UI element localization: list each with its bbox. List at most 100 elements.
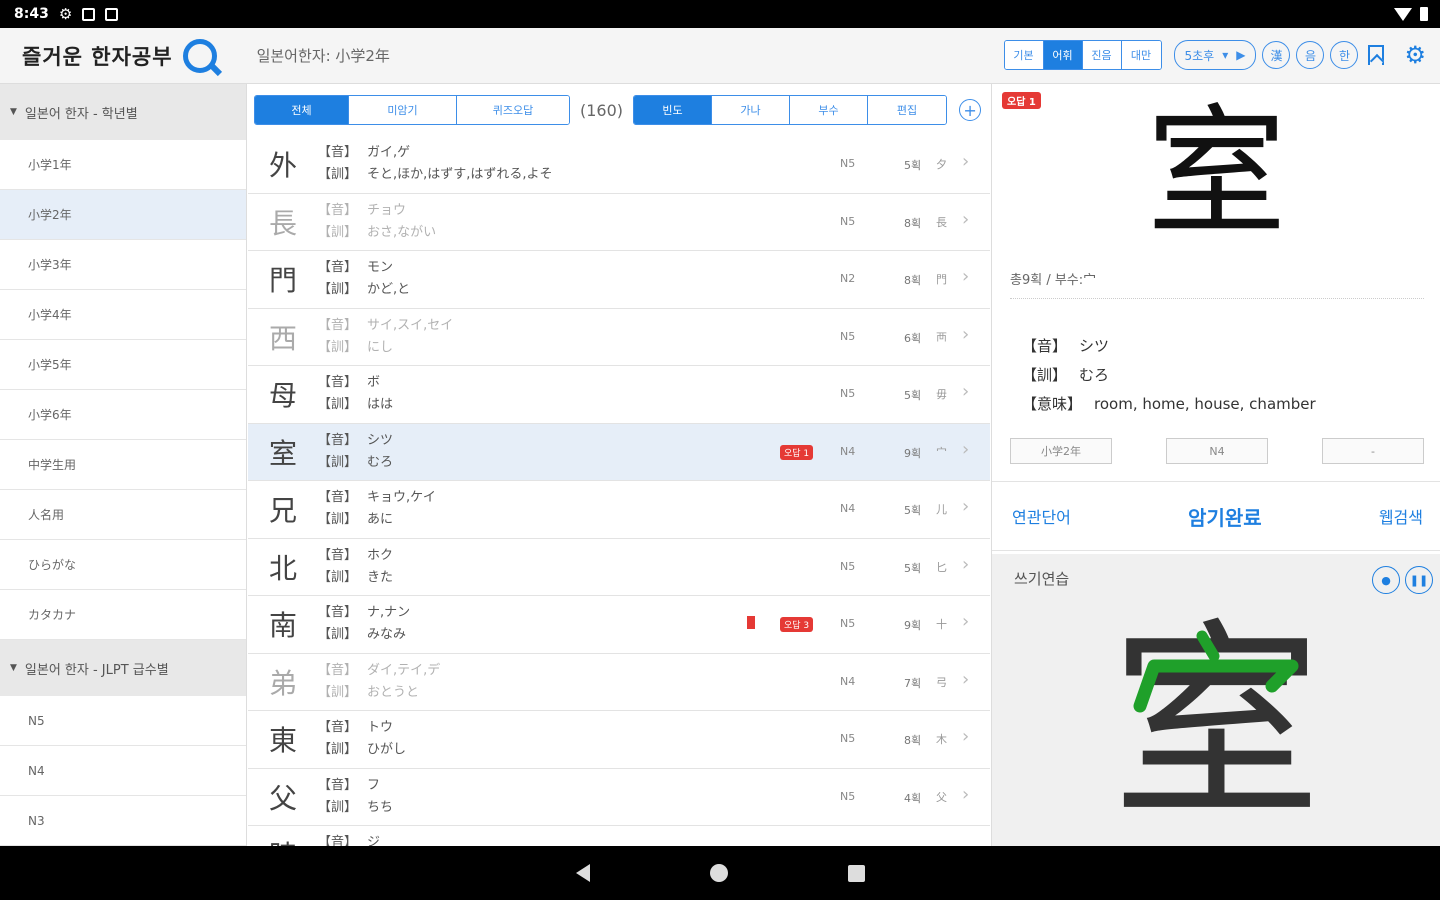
detail-kanji: 室 — [1146, 92, 1287, 255]
sort-edit[interactable]: 편집 — [868, 96, 947, 124]
table-row[interactable]: 門【音】 モン 【訓】 かど,と N2 8획 門 › — [248, 251, 990, 309]
mode-vocab[interactable]: 어휘 — [1043, 41, 1083, 69]
sidebar: ▼ 일본어 한자 - 학년별 小学1年 小学2年 小学3年 小学4年 小学5年 … — [0, 84, 247, 846]
sidebar-section-jlpt[interactable]: ▼ 일본어 한자 - JLPT 급수별 — [0, 640, 246, 696]
sidebar-section-grade[interactable]: ▼ 일본어 한자 - 학년별 — [0, 84, 246, 140]
row-jlpt: N5 — [840, 789, 856, 803]
sidebar-item-grade4[interactable]: 小学4年 — [0, 290, 246, 340]
sidebar-item-n5[interactable]: N5 — [0, 696, 246, 746]
stroke-animation — [1133, 630, 1299, 713]
recents-icon[interactable] — [847, 864, 865, 882]
kun-reading: むろ — [367, 454, 394, 470]
table-row[interactable]: 長【音】 チョウ 【訓】 おさ,ながい N5 8획 長 › — [248, 194, 990, 251]
row-readings: 【音】 モン 【訓】 かど,と — [318, 257, 410, 301]
sidebar-item-name-kanji[interactable]: 人名用 — [0, 490, 246, 540]
clock: 8:43 — [14, 6, 49, 22]
sidebar-item-grade2[interactable]: 小学2年 — [0, 190, 246, 240]
row-jlpt: N2 — [840, 272, 856, 285]
table-row[interactable]: 弟【音】 ダイ,テイ,デ 【訓】 おとうと N4 7획 弓 › — [248, 654, 990, 711]
kun-reading: ちち — [367, 799, 394, 815]
chevron-right-icon: › — [962, 611, 970, 632]
home-icon[interactable] — [709, 864, 728, 882]
on-reading: ジ — [367, 835, 381, 846]
bookmark-icon[interactable] — [1368, 45, 1385, 65]
play-icon[interactable]: ▶ — [1236, 48, 1245, 62]
sidebar-item-grade1[interactable]: 小学1年 — [0, 140, 246, 190]
detail-panel: 오답 1 室 총9획 / 부수:宀 【音】 シツ 【訓】 むろ 【意味】 room, … — [991, 84, 1440, 846]
table-row[interactable]: 北【音】 ホク 【訓】 きた N5 5획 匕 › — [248, 539, 990, 596]
sidebar-item-hiragana[interactable]: ひらがな — [0, 540, 246, 590]
kun-reading: おとうと — [367, 684, 420, 700]
collapse-icon: ▼ — [10, 107, 17, 117]
web-search-button[interactable]: 웹검색 — [1379, 504, 1423, 528]
row-radical: 十 — [936, 618, 947, 631]
chevron-right-icon: › — [962, 668, 970, 690]
sort-frequency[interactable]: 빈도 — [634, 96, 713, 124]
pause-icon[interactable]: ❚❚ — [1405, 566, 1433, 594]
table-row[interactable]: 母【音】ボ【訓】 はは N5 5획 毋 › — [248, 366, 990, 424]
row-kanji: 母 — [268, 379, 297, 413]
row-readings: 【音】 キョウ,ケイ 【訓】 あに — [318, 487, 436, 531]
row-jlpt: N5 — [840, 329, 856, 343]
table-row[interactable]: 東【音】 トウ 【訓】 ひがし N5 8획 木 › — [248, 711, 990, 769]
filter-all[interactable]: 전체 — [255, 96, 349, 124]
add-icon[interactable]: + — [959, 99, 982, 121]
memorized-button[interactable]: 암기완료 — [1188, 502, 1262, 531]
table-row[interactable]: 室【音】 シツ 【訓】 むろ 오답 1 N4 9획 宀 › — [248, 423, 990, 481]
table-row[interactable]: 時【音】ジ【訓】› — [248, 826, 990, 846]
autoplay-speed[interactable]: 5초후 ▾ ▶ — [1173, 40, 1257, 70]
table-row[interactable]: 西【音】 サイ,スイ,セイ 【訓】 にし N5 6획 襾 › — [248, 309, 990, 366]
sidebar-item-n4[interactable]: N4 — [0, 746, 246, 796]
on-reading: キョウ,ケイ — [367, 490, 436, 506]
on-reading: サイ,スイ,セイ — [367, 317, 454, 333]
sidebar-item-katakana[interactable]: カタカナ — [0, 590, 246, 640]
record-icon[interactable]: ● — [1372, 566, 1400, 594]
kanji-toggle-button[interactable]: 漢 — [1262, 41, 1291, 69]
divider — [1010, 298, 1424, 299]
row-radical: 襾 — [936, 330, 947, 344]
sort-kana[interactable]: 가나 — [712, 96, 791, 124]
extra-tag[interactable]: - — [1322, 438, 1424, 464]
table-row[interactable]: 父【音】フ【訓】 ちち N5 4획 父 › — [248, 769, 990, 826]
korean-toggle-button[interactable]: 한 — [1330, 41, 1359, 69]
mode-taiwan[interactable]: 대만 — [1121, 41, 1161, 69]
row-kanji: 南 — [268, 609, 297, 643]
row-strokes: 5획 — [904, 504, 922, 517]
sidebar-item-n3[interactable]: N3 — [0, 796, 246, 846]
kun-label: 【訓】 — [318, 339, 358, 355]
table-row[interactable]: 南【音】 ナ,ナン 【訓】 みなみ 오답 3 N5 9획 十 › — [248, 596, 990, 654]
search-logo-icon[interactable] — [182, 38, 217, 73]
sidebar-item-grade6[interactable]: 小学6年 — [0, 390, 246, 440]
mode-basic[interactable]: 기본 — [1004, 41, 1044, 69]
filter-unmemorized[interactable]: 미암기 — [349, 96, 457, 124]
jlpt-tag[interactable]: N4 — [1166, 438, 1268, 464]
writing-practice: 쓰기연습 ● ❚❚ 室 — [992, 554, 1440, 846]
sort-radical[interactable]: 부수 — [790, 96, 869, 124]
row-readings: 【音】 ガイ,ゲ 【訓】 そと,ほか,はずす,はずれる,よそ — [318, 142, 553, 186]
table-row[interactable]: 兄【音】 キョウ,ケイ 【訓】 あに N4 5획 儿 › — [248, 481, 990, 539]
kanji-rows: 外【音】 ガイ,ゲ 【訓】 そと,ほか,はずす,はずれる,よそ N5 5획 夕 › 長【音】 チョ… — [248, 136, 990, 846]
back-icon[interactable] — [575, 864, 590, 882]
row-radical: 長 — [936, 215, 947, 229]
table-row[interactable]: 外【音】 ガイ,ゲ 【訓】 そと,ほか,はずす,はずれる,よそ N5 5획 夕 › — [248, 136, 990, 194]
related-words-button[interactable]: 연관단어 — [1012, 504, 1071, 528]
sound-toggle-button[interactable]: 음 — [1296, 41, 1325, 69]
sidebar-item-middle-school[interactable]: 中学生用 — [0, 440, 246, 490]
on-reading: ボ — [367, 375, 381, 391]
filter-quiz-wrong[interactable]: 퀴즈오답 — [457, 96, 569, 124]
sidebar-item-grade5[interactable]: 小学5年 — [0, 340, 246, 390]
gear-icon[interactable]: ⚙ — [1404, 41, 1426, 69]
notification-icon — [82, 7, 96, 21]
row-jlpt: N5 — [840, 387, 856, 400]
row-strokes: 9획 — [904, 619, 922, 632]
row-strokes: 8획 — [904, 274, 922, 287]
mode-jineum[interactable]: 진음 — [1082, 41, 1122, 69]
row-jlpt: N5 — [840, 732, 856, 745]
sidebar-item-grade3[interactable]: 小学3年 — [0, 240, 246, 290]
action-bar: 연관단어 암기완료 웹검색 — [992, 481, 1440, 551]
grade-tag[interactable]: 小学2年 — [1010, 438, 1112, 464]
wifi-icon — [1394, 7, 1412, 21]
on-label: 【音】 — [318, 317, 358, 333]
system-nav-bar — [0, 846, 1440, 900]
section-label: 일본어 한자 - 학년별 — [24, 106, 138, 122]
